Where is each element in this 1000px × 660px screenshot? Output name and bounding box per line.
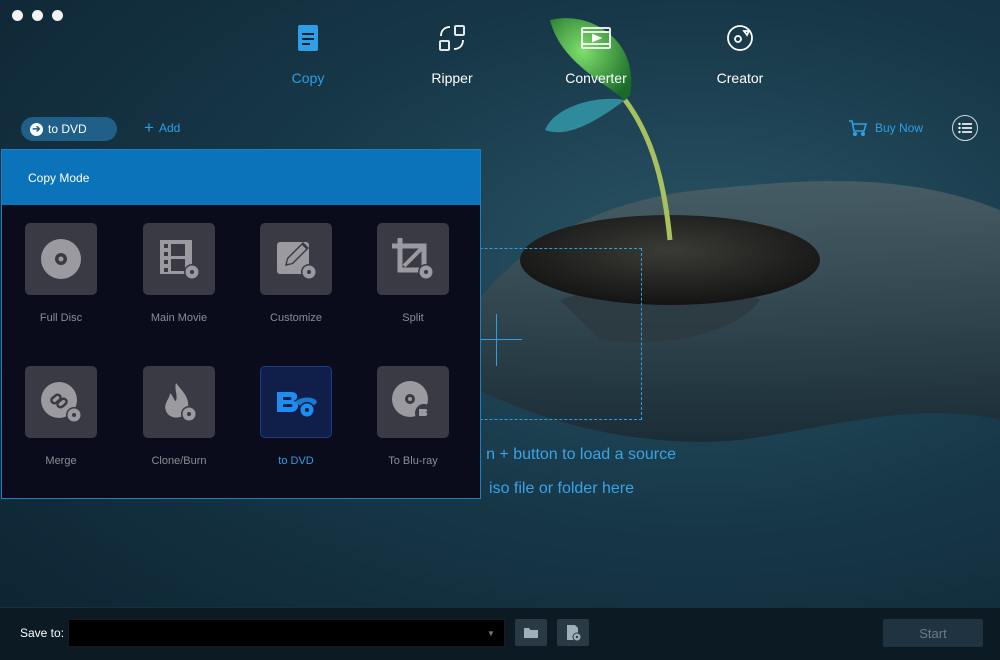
tab-converter-label: Converter [565, 70, 627, 86]
arrow-right-icon: ➔ [30, 122, 43, 136]
mode-customize[interactable]: Customize [243, 223, 349, 324]
tab-converter[interactable]: Converter [524, 20, 668, 86]
copy-mode-panel: Copy Mode Full Disc Main Movie Customize… [1, 149, 481, 499]
plus-icon: + [144, 118, 154, 137]
minimize-window-button[interactable] [32, 10, 43, 21]
mode-clone-burn-label: Clone/Burn [151, 455, 207, 467]
tab-creator[interactable]: Creator [668, 20, 812, 86]
tab-copy[interactable]: Copy [236, 20, 380, 86]
drop-zone-plus-icon-vertical[interactable] [496, 314, 497, 366]
disc-icon [25, 223, 97, 295]
bluray-to-dvd-icon [260, 366, 332, 438]
mode-to-dvd-label: to DVD [278, 455, 314, 467]
crop-icon [377, 223, 449, 295]
buy-now-label: Buy Now [875, 121, 924, 135]
mode-clone-burn[interactable]: Clone/Burn [126, 366, 232, 467]
mode-to-bluray[interactable]: To Blu-ray [360, 366, 466, 467]
mode-split[interactable]: Split [360, 223, 466, 324]
top-navigation: Copy Ripper Converter Creator [236, 20, 812, 86]
menu-button[interactable] [952, 115, 978, 141]
save-to-dropdown-arrow-icon[interactable]: ▼ [487, 629, 495, 638]
add-button[interactable]: + Add [144, 118, 181, 137]
save-to-field[interactable] [68, 619, 505, 647]
mode-to-bluray-label: To Blu-ray [388, 455, 438, 467]
creator-icon [722, 20, 758, 56]
tab-ripper[interactable]: Ripper [380, 20, 524, 86]
save-to-label: Save to: [20, 626, 65, 640]
target-format-button[interactable]: ➔ to DVD [21, 117, 117, 141]
maximize-window-button[interactable] [52, 10, 63, 21]
film-icon [143, 223, 215, 295]
target-format-label: to DVD [48, 122, 87, 136]
cart-icon [849, 120, 867, 136]
mode-full-disc-label: Full Disc [39, 312, 83, 324]
tab-copy-label: Copy [291, 70, 325, 86]
converter-icon [578, 20, 614, 56]
tab-creator-label: Creator [716, 70, 764, 86]
copy-mode-grid: Full Disc Main Movie Customize Split Mer… [2, 205, 480, 498]
mode-to-dvd[interactable]: to DVD [243, 366, 349, 467]
mode-customize-label: Customize [270, 312, 322, 324]
mode-merge-label: Merge [45, 455, 77, 467]
mode-split-label: Split [402, 312, 424, 324]
edit-icon [260, 223, 332, 295]
iso-file-icon [567, 624, 582, 641]
start-button[interactable]: Start [883, 619, 983, 647]
save-to-input[interactable] [69, 620, 504, 646]
copy-mode-title: Copy Mode [2, 150, 480, 205]
close-window-button[interactable] [12, 10, 23, 21]
to-bluray-icon [377, 366, 449, 438]
copy-icon [290, 20, 326, 56]
list-menu-icon [958, 122, 972, 134]
mode-main-movie[interactable]: Main Movie [126, 223, 232, 324]
mode-full-disc[interactable]: Full Disc [8, 223, 114, 324]
browse-folder-button[interactable] [515, 619, 547, 646]
add-label: Add [158, 121, 181, 135]
ripper-icon [434, 20, 470, 56]
mode-main-movie-label: Main Movie [150, 312, 208, 324]
save-as-iso-button[interactable] [557, 619, 589, 646]
tab-ripper-label: Ripper [431, 70, 473, 86]
buy-now-button[interactable]: Buy Now [848, 120, 923, 136]
mode-merge[interactable]: Merge [8, 366, 114, 467]
flame-icon [143, 366, 215, 438]
link-icon [25, 366, 97, 438]
window-controls [12, 10, 63, 21]
folder-icon [524, 628, 538, 638]
